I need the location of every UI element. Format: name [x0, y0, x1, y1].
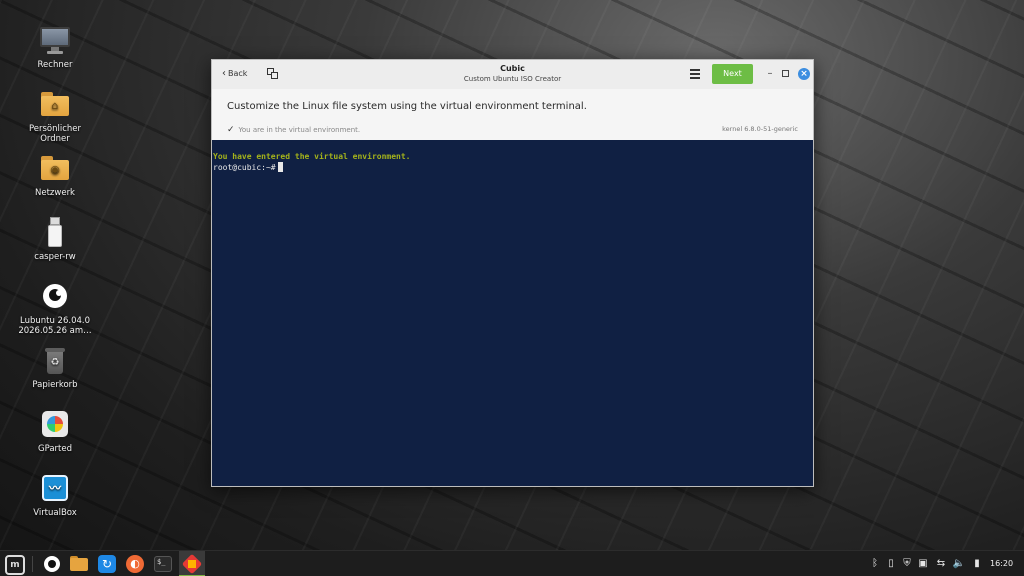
- taskbar-lubuntu-launcher[interactable]: [42, 554, 62, 574]
- clipboard-icon[interactable]: ▯: [884, 551, 898, 576]
- kernel-version: kernel 6.8.0-51-generic: [722, 125, 798, 133]
- firefox-icon: ◐: [126, 555, 144, 573]
- desktop-icon-home-folder[interactable]: ⌂ Persönlicher Ordner: [14, 88, 96, 144]
- page-heading: Customize the Linux file system using th…: [227, 101, 587, 112]
- desktop-icon-casper-rw[interactable]: casper-rw: [14, 216, 96, 262]
- next-button[interactable]: Next: [712, 64, 753, 84]
- desktop-icon-label: casper-rw: [34, 252, 76, 262]
- lubuntu-disc-icon: [39, 280, 71, 312]
- start-menu-button[interactable]: m: [4, 554, 25, 575]
- taskbar-firefox-launcher[interactable]: ◐: [125, 554, 145, 574]
- desktop-icon-network[interactable]: ◉ Netzwerk: [14, 152, 96, 198]
- terminal-icon: $_: [154, 556, 172, 572]
- gparted-icon: [39, 408, 71, 440]
- taskbar-terminal-launcher[interactable]: $_: [153, 554, 173, 574]
- usb-drive-icon: [39, 216, 71, 248]
- window-titlebar[interactable]: ‹ Back Cubic Custom Ubuntu ISO Creator Ne…: [212, 60, 813, 90]
- hamburger-menu-icon[interactable]: [690, 69, 700, 79]
- desktop-icon-label: Persönlicher Ordner: [28, 124, 82, 144]
- desktop-icon-label: Rechner: [37, 60, 73, 70]
- home-folder-icon: ⌂: [39, 88, 71, 120]
- clock[interactable]: 16:20: [990, 551, 1013, 576]
- desktop-icon-virtualbox[interactable]: 〰 VirtualBox: [14, 472, 96, 518]
- volume-icon[interactable]: 🔈: [952, 551, 966, 576]
- minimize-icon[interactable]: –: [765, 67, 775, 81]
- checkmark-icon: ✓: [227, 125, 235, 135]
- update-icon: ↻: [98, 555, 116, 573]
- taskbar-cubic-window[interactable]: [179, 551, 205, 576]
- trash-icon: ♻: [39, 344, 71, 376]
- desktop-icon-label: VirtualBox: [33, 508, 77, 518]
- desktop-icon-gparted[interactable]: GParted: [14, 408, 96, 454]
- desktop-icon-trash[interactable]: ♻ Papierkorb: [14, 344, 96, 390]
- network-icon[interactable]: ⇆: [934, 551, 948, 576]
- folder-icon: [70, 558, 88, 571]
- status-text: You are in the virtual environment.: [238, 126, 361, 134]
- bluetooth-icon[interactable]: ᛒ: [868, 551, 882, 576]
- desktop-icon-label: GParted: [38, 444, 72, 454]
- close-icon[interactable]: ×: [798, 68, 810, 80]
- maximize-icon[interactable]: [782, 70, 789, 77]
- cubic-window: ‹ Back Cubic Custom Ubuntu ISO Creator Ne…: [211, 59, 814, 487]
- desktop-icon-lubuntu-iso[interactable]: Lubuntu 26.04.0 2026.05.26 am…: [14, 280, 96, 336]
- desktop-icon-label: Netzwerk: [35, 188, 75, 198]
- page-header: Customize the Linux file system using th…: [212, 89, 813, 139]
- terminal-prompt: root@cubic:~#: [213, 163, 276, 172]
- desktop-icon-label: Papierkorb: [32, 380, 78, 390]
- network-folder-icon: ◉: [39, 152, 71, 184]
- taskbar: m ↻ ◐ $_ ᛒ ▯ ⛨ ▣ ⇆ 🔈 ▮ 16:20: [0, 550, 1024, 576]
- shield-icon[interactable]: ⛨: [900, 551, 914, 576]
- mint-logo-icon: m: [5, 555, 25, 575]
- virtual-environment-terminal[interactable]: You have entered the virtual environment…: [212, 140, 813, 486]
- taskbar-separator: [32, 556, 33, 572]
- update-tray-icon[interactable]: ▣: [916, 551, 930, 576]
- status-row: ✓ You are in the virtual environment. ker…: [227, 125, 798, 135]
- computer-icon: [39, 24, 71, 56]
- battery-icon[interactable]: ▮: [970, 551, 984, 576]
- taskbar-files-launcher[interactable]: [69, 554, 89, 574]
- desktop-icon-rechner[interactable]: Rechner: [14, 24, 96, 70]
- terminal-cursor: [277, 162, 283, 172]
- virtualbox-icon: 〰: [39, 472, 71, 504]
- desktop-icon-label: Lubuntu 26.04.0 2026.05.26 am…: [18, 316, 92, 336]
- terminal-message: You have entered the virtual environment…: [213, 152, 411, 161]
- taskbar-update-manager-launcher[interactable]: ↻: [97, 554, 117, 574]
